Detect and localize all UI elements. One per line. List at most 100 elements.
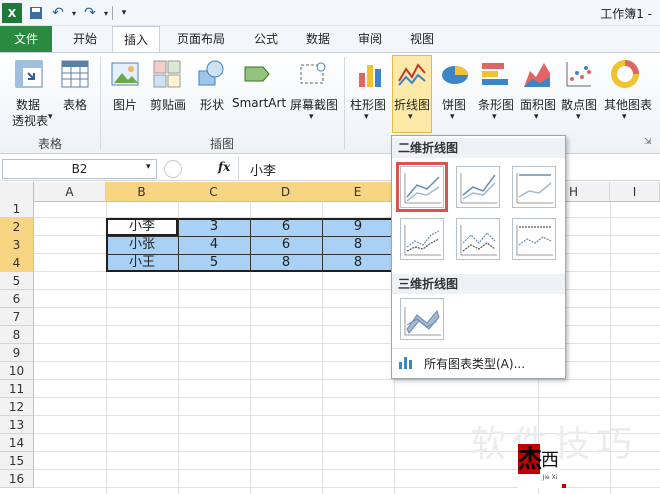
- screenshot-icon[interactable]: [298, 59, 328, 89]
- name-box[interactable]: B2: [2, 159, 157, 179]
- formula-input[interactable]: 小李: [250, 160, 276, 179]
- row-header[interactable]: 2: [0, 218, 34, 236]
- row-header[interactable]: 12: [0, 398, 34, 416]
- cell-b2[interactable]: 小李: [106, 218, 178, 236]
- chart-type-3d-line[interactable]: [400, 298, 444, 340]
- logo-dot: [562, 484, 566, 488]
- tab-data[interactable]: 数据: [296, 26, 340, 52]
- chart-type-line[interactable]: [396, 162, 448, 212]
- row-header[interactable]: 4: [0, 254, 34, 272]
- area-chart-label: 面积图: [519, 98, 556, 112]
- redo-dropdown-icon[interactable]: ▾: [96, 3, 116, 23]
- col-header-i[interactable]: I: [610, 182, 660, 202]
- col-header-c[interactable]: C: [178, 182, 250, 202]
- row-header[interactable]: 13: [0, 416, 34, 434]
- cell-e3[interactable]: 8: [322, 236, 394, 254]
- grid-line: [34, 487, 660, 488]
- fx-icon[interactable]: fx: [218, 160, 230, 174]
- row-header[interactable]: 1: [0, 200, 34, 218]
- scatter-chart-label: 散点图: [560, 98, 597, 112]
- cell-d3[interactable]: 6: [250, 236, 322, 254]
- cell-c2[interactable]: 3: [178, 218, 250, 236]
- cell-c3[interactable]: 4: [178, 236, 250, 254]
- tab-file[interactable]: 文件: [0, 26, 52, 52]
- other-charts-dropdown-icon[interactable]: ▾: [622, 112, 627, 122]
- screenshot-dropdown-icon[interactable]: ▾: [309, 112, 314, 122]
- tab-view[interactable]: 视图: [400, 26, 444, 52]
- line-chart-dropdown-icon[interactable]: ▾: [408, 112, 413, 122]
- chart-type-100-stacked-line[interactable]: [512, 166, 556, 208]
- clip-art-icon[interactable]: [152, 59, 182, 89]
- picture-icon[interactable]: [110, 59, 140, 89]
- row-header[interactable]: 3: [0, 236, 34, 254]
- tab-insert[interactable]: 插入: [112, 26, 160, 52]
- row-header[interactable]: 9: [0, 344, 34, 362]
- table-icon[interactable]: [60, 59, 90, 89]
- bar-chart-icon[interactable]: [480, 59, 510, 89]
- name-box-value: B2: [71, 162, 88, 176]
- formula-expand-icon[interactable]: [164, 160, 182, 178]
- line-chart-dropdown: 二维折线图 三维折线图 所有图表类型(A)...: [391, 135, 566, 379]
- shapes-icon[interactable]: [196, 59, 226, 89]
- bar-chart-dropdown-icon[interactable]: ▾: [492, 112, 497, 122]
- grid-line: [34, 469, 660, 470]
- tab-review[interactable]: 审阅: [348, 26, 392, 52]
- column-chart-dropdown-icon[interactable]: ▾: [364, 112, 369, 122]
- all-chart-types-link[interactable]: 所有图表类型(A)...: [424, 355, 525, 372]
- cell-e2[interactable]: 9: [322, 218, 394, 236]
- line-chart-icon[interactable]: [397, 59, 427, 89]
- smartart-label: SmartArt: [232, 96, 287, 110]
- area-chart-dropdown-icon[interactable]: ▾: [534, 112, 539, 122]
- smartart-icon[interactable]: [242, 59, 272, 89]
- cell-d4[interactable]: 8: [250, 254, 322, 272]
- cell-b4[interactable]: 小王: [106, 254, 178, 272]
- other-charts-icon[interactable]: [610, 59, 640, 89]
- watermark-logo: 杰 西 Jie Xi: [518, 444, 566, 488]
- cell-b3[interactable]: 小张: [106, 236, 178, 254]
- chart-type-line-markers[interactable]: [400, 218, 444, 260]
- row-header[interactable]: 11: [0, 380, 34, 398]
- pivot-table-icon[interactable]: [14, 59, 44, 89]
- pie-chart-dropdown-icon[interactable]: ▾: [450, 112, 455, 122]
- col-header-a[interactable]: A: [34, 182, 106, 202]
- cell-d2[interactable]: 6: [250, 218, 322, 236]
- tab-home[interactable]: 开始: [60, 26, 110, 52]
- select-all-corner[interactable]: [0, 182, 34, 202]
- row-header[interactable]: 15: [0, 452, 34, 470]
- logo-char-2: 西: [541, 450, 559, 471]
- scatter-chart-icon[interactable]: [564, 59, 594, 89]
- row-header[interactable]: 6: [0, 290, 34, 308]
- picture-label: 图片: [112, 98, 137, 112]
- chart-type-100-stacked-line-markers[interactable]: [512, 218, 556, 260]
- all-chart-types-icon: [398, 354, 414, 370]
- col-header-e[interactable]: E: [322, 182, 394, 202]
- name-box-dropdown-icon[interactable]: ▾: [146, 162, 151, 172]
- tab-page-layout[interactable]: 页面布局: [166, 26, 236, 52]
- pivot-dropdown-icon[interactable]: ▾: [48, 112, 53, 122]
- row-header[interactable]: 14: [0, 434, 34, 452]
- dialog-launcher-icon[interactable]: ⇲: [644, 137, 652, 147]
- cell-e4[interactable]: 8: [322, 254, 394, 272]
- tab-formulas[interactable]: 公式: [244, 26, 288, 52]
- chart-type-stacked-line[interactable]: [456, 166, 500, 208]
- save-icon[interactable]: [26, 3, 46, 23]
- pie-chart-icon[interactable]: [440, 59, 470, 89]
- line-chart-label: 折线图: [393, 98, 430, 112]
- cell-c4[interactable]: 5: [178, 254, 250, 272]
- row-header[interactable]: 5: [0, 272, 34, 290]
- chart-type-stacked-line-markers[interactable]: [456, 218, 500, 260]
- col-header-b[interactable]: B: [106, 182, 178, 202]
- area-chart-icon[interactable]: [522, 59, 552, 89]
- group-divider-2: [344, 57, 345, 149]
- row-header[interactable]: 16: [0, 470, 34, 488]
- group-tables: 表格: [37, 137, 62, 151]
- scatter-chart-dropdown-icon[interactable]: ▾: [576, 112, 581, 122]
- col-header-d[interactable]: D: [250, 182, 322, 202]
- section-2d-line: 二维折线图: [392, 138, 565, 158]
- customize-toolbar-icon[interactable]: ▾: [114, 3, 134, 23]
- row-header[interactable]: 8: [0, 326, 34, 344]
- row-header[interactable]: 7: [0, 308, 34, 326]
- excel-app-icon[interactable]: X: [2, 3, 22, 23]
- row-header[interactable]: 10: [0, 362, 34, 380]
- column-chart-icon[interactable]: [356, 59, 386, 89]
